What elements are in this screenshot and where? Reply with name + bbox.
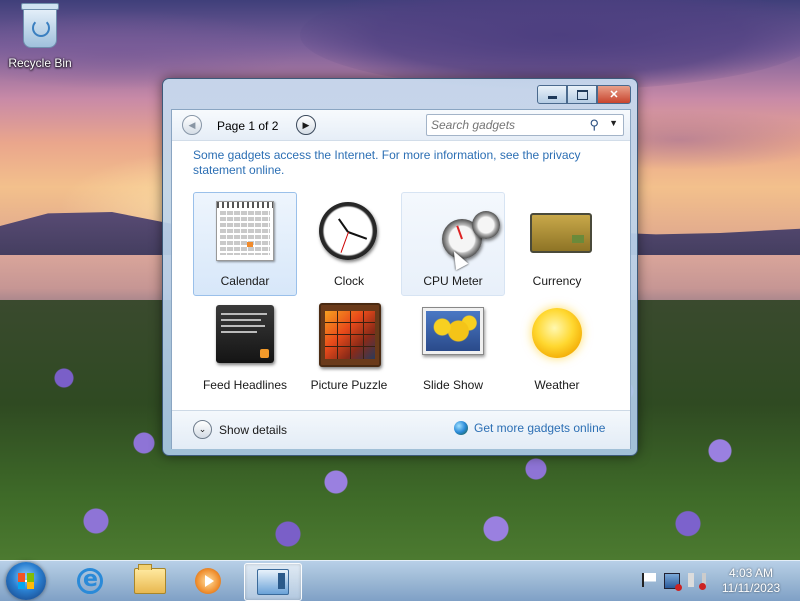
taskbar: 4:03 AM 11/11/2023 xyxy=(0,560,800,601)
search-box: ⚲ ▼ xyxy=(426,114,624,136)
action-center-flag-icon[interactable] xyxy=(642,573,656,587)
gadget-label: Currency xyxy=(532,274,582,288)
calendar-days xyxy=(220,211,270,255)
maximize-button[interactable] xyxy=(567,85,597,104)
gadget-label: Calendar xyxy=(220,274,270,288)
previous-page-button[interactable]: ◀ xyxy=(182,115,202,135)
notification-area xyxy=(642,573,706,591)
feed-line xyxy=(221,325,265,327)
gadget-tile-cpu-meter[interactable]: CPU Meter xyxy=(401,192,505,296)
gadget-tile-calendar[interactable]: Calendar xyxy=(193,192,297,296)
windows-logo-lower xyxy=(18,582,34,589)
clock-date: 11/11/2023 xyxy=(721,581,781,595)
next-page-button[interactable]: ▶ xyxy=(296,115,316,135)
window-controls: ✕ xyxy=(537,85,631,104)
privacy-notice-link[interactable]: Some gadgets access the Internet. For mo… xyxy=(193,148,593,178)
gadget-tile-currency[interactable]: Currency xyxy=(505,192,609,296)
clock-hour-hand xyxy=(338,218,349,233)
feed-line xyxy=(221,313,267,315)
gadgets-icon xyxy=(257,569,289,595)
taskbar-internet-explorer[interactable] xyxy=(62,563,118,599)
search-dropdown-icon[interactable]: ▼ xyxy=(609,118,618,128)
gadget-tile-feed-headlines[interactable]: Feed Headlines xyxy=(193,296,297,400)
gallery-footer: ⌄ Show details Get more gadgets online xyxy=(172,410,630,449)
gadget-label: CPU Meter xyxy=(423,274,483,288)
maximize-icon xyxy=(576,89,588,100)
recycle-bin-icon xyxy=(21,3,59,48)
taskbar-media-player[interactable] xyxy=(180,563,236,599)
rss-icon xyxy=(260,349,269,358)
minimize-button[interactable] xyxy=(537,85,567,104)
gallery-content: ◀ Page 1 of 2 ▶ ⚲ ▼ Some gadgets access … xyxy=(171,109,631,449)
arrow-right-icon: ▶ xyxy=(302,119,310,130)
feed-line xyxy=(221,331,257,333)
gadget-label: Feed Headlines xyxy=(202,378,288,392)
gadget-tile-slide-show[interactable]: Slide Show xyxy=(401,296,505,400)
search-icon[interactable]: ⚲ xyxy=(589,117,599,133)
globe-icon xyxy=(454,421,468,435)
get-more-gadgets-label: Get more gadgets online xyxy=(474,421,606,435)
volume-muted-icon[interactable] xyxy=(688,573,706,590)
desktop-icon-label: Recycle Bin xyxy=(8,56,72,70)
gadget-label: Clock xyxy=(333,274,364,288)
show-details-label: Show details xyxy=(219,422,288,437)
folder-icon xyxy=(134,564,166,594)
start-button[interactable] xyxy=(6,562,46,600)
desktop-icon-recycle-bin[interactable]: Recycle Bin xyxy=(4,3,76,70)
network-icon[interactable] xyxy=(664,573,682,591)
gadget-tile-picture-puzzle[interactable]: Picture Puzzle xyxy=(297,296,401,400)
internet-explorer-icon xyxy=(77,567,103,594)
currency-icon xyxy=(530,213,592,253)
calendar-rings xyxy=(217,202,273,208)
gadget-tile-clock[interactable]: Clock xyxy=(297,192,401,296)
gadget-tile-weather[interactable]: Weather xyxy=(505,296,609,400)
slide-show-icon xyxy=(422,307,484,355)
clock-time: 4:03 AM xyxy=(728,566,774,580)
clock-icon xyxy=(319,202,377,260)
arrow-left-icon: ◀ xyxy=(188,119,196,130)
gallery-toolbar: ◀ Page 1 of 2 ▶ ⚲ ▼ xyxy=(172,110,630,141)
calendar-icon xyxy=(216,201,274,261)
page-indicator: Page 1 of 2 xyxy=(217,119,279,133)
gadget-gallery-window: ✕ ◀ Page 1 of 2 ▶ ⚲ ▼ Some gadgets acces… xyxy=(162,78,638,456)
get-more-gadgets-link[interactable]: Get more gadgets online xyxy=(454,421,605,435)
clock-minute-hand xyxy=(347,231,368,240)
close-button[interactable]: ✕ xyxy=(597,85,631,104)
gadget-label: Picture Puzzle xyxy=(310,378,388,392)
feed-headlines-icon xyxy=(216,305,274,363)
gadget-label: Weather xyxy=(534,378,580,392)
slide-photo xyxy=(426,311,480,351)
media-player-icon xyxy=(195,568,221,594)
system-clock[interactable]: 4:03 AM 11/11/2023 xyxy=(716,566,786,596)
puzzle-tiles xyxy=(325,311,375,359)
taskbar-gadgets[interactable] xyxy=(244,563,302,601)
weather-icon xyxy=(532,308,582,358)
gadget-label: Slide Show xyxy=(422,378,484,392)
search-input[interactable] xyxy=(431,117,581,132)
chevron-down-icon: ⌄ xyxy=(193,420,212,439)
clock-second-hand xyxy=(340,231,349,253)
taskbar-windows-explorer[interactable] xyxy=(122,563,178,599)
calendar-today-marker xyxy=(247,242,253,247)
minimize-icon xyxy=(547,95,557,99)
picture-puzzle-icon xyxy=(319,303,381,367)
memory-gauge xyxy=(472,211,500,239)
show-details-button[interactable]: ⌄ Show details xyxy=(193,420,287,439)
close-icon: ✕ xyxy=(609,89,619,101)
feed-line xyxy=(221,319,261,321)
